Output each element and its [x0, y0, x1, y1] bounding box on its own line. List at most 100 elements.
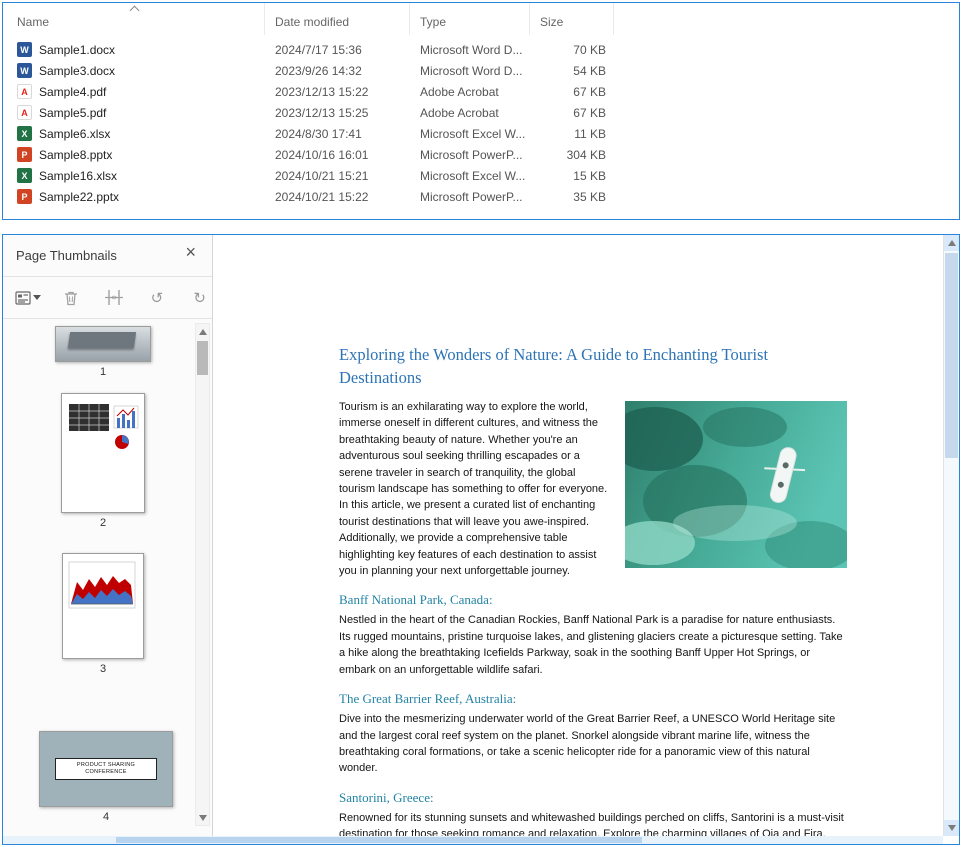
trash-icon [65, 291, 78, 305]
file-name: Sample6.xlsx [39, 126, 111, 141]
file-date: 2024/8/30 17:41 [275, 126, 362, 141]
pdf-viewer-window: Page Thumbnails × ↺ ↻ 1 2 3 PRODUCT SHAR… [2, 234, 960, 845]
scrollbar-thumb[interactable] [197, 341, 208, 375]
document-content: Exploring the Wonders of Nature: A Guide… [339, 343, 847, 836]
file-row-sample5-pdf[interactable]: A Sample5.pdf 2023/12/13 15:25 Adobe Acr… [3, 102, 959, 123]
file-type: Adobe Acrobat [420, 105, 499, 120]
file-row-sample6-xlsx[interactable]: X Sample6.xlsx 2024/8/30 17:41 Microsoft… [3, 123, 959, 144]
word-file-icon: W [17, 63, 32, 78]
file-type: Microsoft PowerP... [420, 147, 523, 162]
rotate-right-button[interactable]: ↻ [187, 286, 212, 310]
section-body-great-barrier-reef: Dive into the mesmerizing underwater wor… [339, 713, 836, 775]
scrollbar-thumb[interactable] [115, 837, 643, 843]
file-type: Microsoft Excel W... [420, 126, 526, 141]
scrollbar-thumb[interactable] [945, 253, 958, 458]
column-label: Date modified [275, 15, 350, 29]
intro-paragraph: Tourism is an exhilarating way to explor… [339, 399, 847, 579]
thumbnail-graphic [68, 332, 137, 349]
file-size: 54 KB [573, 63, 606, 78]
coral-reef-kayak-image [625, 401, 847, 568]
column-header-type[interactable]: Type [410, 3, 530, 35]
column-header-date-modified[interactable]: Date modified [265, 3, 410, 35]
section-heading-banff: Banff National Park, Canada: [339, 592, 493, 608]
panel-header: Page Thumbnails × [3, 235, 212, 277]
options-icon [15, 290, 31, 305]
file-list: W Sample1.docx 2024/7/17 15:36 Microsoft… [3, 39, 959, 207]
column-label: Type [420, 15, 447, 29]
column-label: Size [540, 15, 564, 29]
file-size: 304 KB [566, 147, 606, 162]
thumbnail-table-chart-graphic [69, 404, 139, 449]
file-size: 70 KB [573, 42, 606, 57]
section-heading-great-barrier-reef: The Great Barrier Reef, Australia: [339, 691, 517, 707]
delete-pages-button[interactable] [59, 286, 84, 310]
file-row-sample22-pptx[interactable]: P Sample22.pptx 2024/10/21 15:22 Microso… [3, 186, 959, 207]
file-date: 2023/12/13 15:22 [275, 84, 369, 99]
scroll-up-icon[interactable] [196, 324, 209, 339]
thumbnails-scrollbar[interactable] [195, 323, 210, 826]
column-header-row: Name Date modified Type Size [3, 3, 959, 35]
file-type: Microsoft PowerP... [420, 189, 523, 204]
file-name: Sample1.docx [39, 42, 116, 57]
powerpoint-file-icon: P [17, 147, 32, 162]
document-page: Exploring the Wonders of Nature: A Guide… [214, 235, 943, 836]
column-label: Name [17, 15, 50, 29]
powerpoint-file-icon: P [17, 189, 32, 204]
rotate-cw-icon: ↻ [193, 288, 206, 307]
panel-title: Page Thumbnails [16, 248, 117, 263]
file-name: Sample3.docx [39, 63, 116, 78]
file-size: 67 KB [573, 105, 606, 120]
thumbnail-page-1[interactable] [55, 326, 151, 362]
file-row-sample4-pdf[interactable]: A Sample4.pdf 2023/12/13 15:22 Adobe Acr… [3, 81, 959, 102]
close-icon[interactable]: × [185, 243, 196, 261]
section-body-santorini: Renowned for its stunning sunsets and wh… [339, 811, 844, 836]
crop-pages-button[interactable] [102, 286, 127, 310]
scroll-down-icon[interactable] [196, 810, 209, 825]
scroll-down-icon[interactable] [944, 820, 959, 836]
file-name: Sample4.pdf [39, 84, 107, 99]
file-date: 2024/10/21 15:21 [275, 168, 369, 183]
slide-title-box: PRODUCT SHARING CONFERENCE [55, 757, 157, 781]
column-header-size[interactable]: Size [530, 3, 614, 35]
pdf-file-icon: A [17, 105, 32, 120]
section-body-banff: Nestled in the heart of the Canadian Roc… [339, 614, 843, 676]
file-date: 2023/9/26 14:32 [275, 63, 362, 78]
rotate-left-button[interactable]: ↺ [145, 286, 170, 310]
file-name: Sample16.xlsx [39, 168, 118, 183]
file-size: 15 KB [573, 168, 606, 183]
scroll-up-icon[interactable] [944, 235, 959, 251]
page-number-label: 4 [102, 811, 110, 823]
thumbnail-page-2[interactable] [61, 393, 145, 513]
pdf-file-icon: A [17, 84, 32, 99]
file-row-sample8-pptx[interactable]: P Sample8.pptx 2024/10/16 16:01 Microsof… [3, 144, 959, 165]
thumbnail-list: 1 2 3 PRODUCT SHARING CONFERENCE 4 [3, 320, 193, 828]
excel-file-icon: X [17, 168, 32, 183]
document-horizontal-scrollbar[interactable] [3, 836, 943, 844]
intro-text: Tourism is an exhilarating way to explor… [339, 401, 608, 578]
file-row-sample3-docx[interactable]: W Sample3.docx 2023/9/26 14:32 Microsoft… [3, 60, 959, 81]
file-date: 2023/12/13 15:25 [275, 105, 369, 120]
section-heading-santorini: Santorini, Greece: [339, 789, 434, 805]
thumbnail-page-3[interactable] [62, 553, 144, 659]
page-number-label: 2 [99, 517, 107, 529]
file-row-sample1-docx[interactable]: W Sample1.docx 2024/7/17 15:36 Microsoft… [3, 39, 959, 60]
thumbnail-page-4[interactable]: PRODUCT SHARING CONFERENCE [39, 731, 173, 807]
thumbnail-area-chart-graphic [68, 561, 136, 609]
file-date: 2024/10/21 15:22 [275, 189, 369, 204]
page-number-label: 3 [99, 663, 107, 675]
file-type: Microsoft Word D... [420, 42, 523, 57]
options-menu-button[interactable] [15, 286, 41, 310]
file-type: Adobe Acrobat [420, 84, 499, 99]
chevron-down-icon [33, 295, 41, 300]
document-title: Exploring the Wonders of Nature: A Guide… [339, 345, 769, 387]
page-thumbnails-panel: Page Thumbnails × ↺ ↻ 1 2 3 PRODUCT SHAR… [3, 235, 213, 836]
file-size: 67 KB [573, 84, 606, 99]
document-vertical-scrollbar[interactable] [943, 235, 959, 836]
word-file-icon: W [17, 42, 32, 57]
crop-icon [105, 290, 124, 305]
file-size: 35 KB [573, 189, 606, 204]
file-row-sample16-xlsx[interactable]: X Sample16.xlsx 2024/10/21 15:21 Microso… [3, 165, 959, 186]
thumbnails-toolbar: ↺ ↻ [3, 277, 212, 319]
rotate-ccw-icon: ↺ [150, 288, 164, 307]
file-type: Microsoft Word D... [420, 63, 523, 78]
